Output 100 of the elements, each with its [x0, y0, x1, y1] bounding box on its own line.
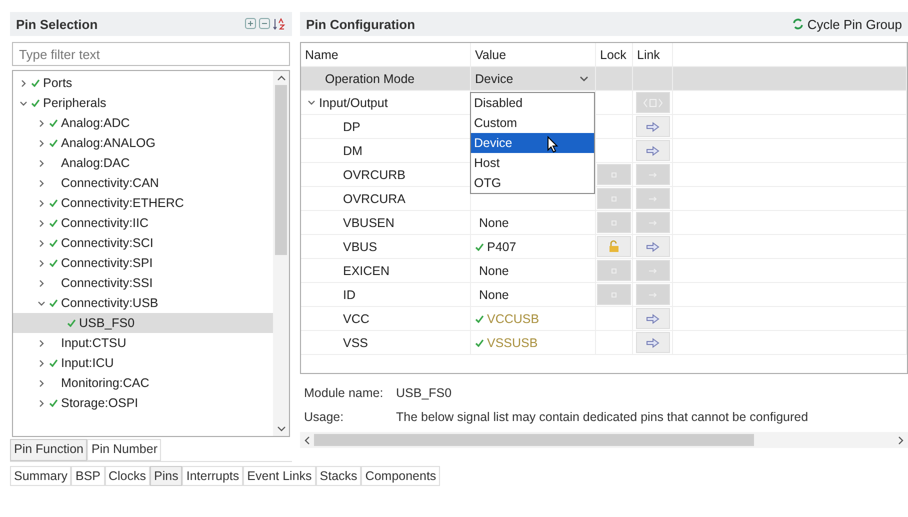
panel-title: Pin Configuration [306, 16, 416, 32]
chevron-down-icon[interactable] [37, 298, 46, 308]
chevron-right-icon[interactable] [19, 78, 28, 88]
tree-item[interactable]: Connectivity:SPI [13, 253, 273, 273]
editor-tab[interactable]: Components [361, 466, 440, 486]
detail-label: Usage: [304, 410, 345, 424]
signal-name: Operation Mode [325, 72, 415, 86]
chevron-right-icon[interactable] [37, 238, 46, 248]
pin-value: None [479, 216, 509, 230]
tree-item[interactable]: Input:CTSU [13, 333, 273, 353]
chevron-right-icon[interactable] [37, 218, 46, 228]
chevron-right-icon[interactable] [37, 398, 46, 408]
signal-name: DM [343, 144, 362, 158]
arrow-right-icon [648, 172, 658, 178]
table-row[interactable]: VBUSEN None [301, 211, 907, 235]
table-row[interactable]: ID None [301, 283, 907, 307]
tree-item[interactable]: Peripherals [13, 93, 273, 113]
link-button[interactable] [636, 236, 670, 257]
column-header[interactable]: Name [301, 43, 471, 66]
tree-item[interactable]: Ports [13, 73, 273, 93]
chevron-down-icon[interactable] [307, 98, 316, 107]
editor-tab[interactable]: Summary [10, 466, 72, 486]
tree-item[interactable]: Connectivity:USB [13, 293, 273, 313]
filter-field[interactable]: Type filter text [12, 42, 290, 66]
scroll-right-icon[interactable] [898, 436, 904, 444]
signal-name: VBUSEN [343, 216, 394, 230]
expand-all-icon[interactable] [245, 18, 256, 29]
tree-item[interactable]: Analog:DAC [13, 153, 273, 173]
view-tab[interactable]: Pin Number [87, 439, 162, 461]
tree-item[interactable]: Connectivity:IIC [13, 213, 273, 233]
chevron-right-icon[interactable] [37, 278, 46, 288]
chevron-right-icon[interactable] [37, 158, 46, 168]
chevron-right-icon[interactable] [37, 178, 46, 188]
tree-item[interactable]: Storage:OSPI [13, 393, 273, 413]
tree-item[interactable]: Connectivity:SCI [13, 233, 273, 253]
arrow-right-icon [646, 242, 660, 252]
editor-tab[interactable]: Event Links [243, 466, 316, 486]
signal-name: EXICEN [343, 264, 390, 278]
sort-icon[interactable] [273, 18, 286, 30]
table-row[interactable]: VSS VSSUSB [301, 331, 907, 355]
detail-value: The below signal list may contain dedicated pins that cannot be configured [396, 410, 810, 424]
editor-tab[interactable]: Pins [150, 466, 182, 486]
tree-item[interactable]: Analog:ADC [13, 113, 273, 133]
tree-item[interactable]: Analog:ANALOG [13, 133, 273, 153]
chevron-right-icon[interactable] [37, 198, 46, 208]
chevron-right-icon[interactable] [37, 118, 46, 128]
table-row[interactable]: VBUS P407 [301, 235, 907, 259]
chevron-right-icon[interactable] [37, 338, 46, 348]
column-header[interactable]: Link [633, 43, 673, 66]
arrow-right-icon [648, 292, 658, 298]
signal-name: Input/Output [319, 96, 388, 110]
chevron-right-icon[interactable] [37, 358, 46, 368]
tree-item[interactable]: Input:ICU [13, 353, 273, 373]
vertical-scrollbar[interactable] [273, 71, 289, 436]
signal-name: ID [343, 288, 356, 302]
dropdown-option[interactable]: Device [471, 133, 594, 153]
link-button[interactable] [636, 140, 670, 161]
arrow-right-icon [648, 268, 658, 274]
column-header[interactable]: Value [471, 43, 596, 66]
pin-value: VSSUSB [487, 336, 538, 350]
scroll-left-icon[interactable] [304, 436, 310, 444]
editor-tab[interactable]: Clocks [104, 466, 150, 486]
editor-tab[interactable]: Stacks [316, 466, 362, 486]
view-tab[interactable]: Pin Function [10, 439, 88, 461]
horizontal-scrollbar[interactable] [300, 432, 908, 448]
cycle-pin-group-link[interactable]: Cycle Pin Group [792, 16, 902, 32]
signal-name: OVRCURA [343, 192, 406, 206]
pin-value: Device [475, 72, 514, 86]
editor-tab[interactable]: Interrupts [182, 466, 244, 486]
arrow-right-icon [646, 146, 660, 156]
signal-name: DP [343, 120, 360, 134]
arrow-right-icon [646, 314, 660, 324]
cursor-icon [547, 136, 559, 153]
detail-value: USB_FS0 [396, 386, 453, 400]
editor-tab[interactable]: BSP [71, 466, 104, 486]
column-header[interactable]: Lock [596, 43, 633, 66]
table-row[interactable]: Operation Mode Device [301, 67, 907, 91]
scroll-up-icon[interactable] [276, 75, 286, 81]
scroll-down-icon[interactable] [276, 426, 286, 432]
chevron-right-icon[interactable] [37, 138, 46, 148]
pin-value: None [479, 288, 509, 302]
link-button[interactable] [636, 332, 670, 353]
arrow-right-icon [646, 338, 660, 348]
link-button[interactable] [636, 116, 670, 137]
tree-item[interactable]: Connectivity:ETHERC [13, 193, 273, 213]
table-row[interactable]: VCC VCCUSB [301, 307, 907, 331]
chevron-right-icon[interactable] [37, 378, 46, 388]
chevron-down-icon[interactable] [19, 98, 28, 108]
tree-item[interactable]: Monitoring:CAC [13, 373, 273, 393]
chevron-right-icon[interactable] [37, 258, 46, 268]
tree-item[interactable]: USB_FS0 [13, 313, 273, 333]
table-row[interactable]: EXICEN None [301, 259, 907, 283]
tree-item[interactable]: Connectivity:CAN [13, 173, 273, 193]
chevron-down-icon[interactable] [579, 74, 589, 82]
arrow-right-icon [648, 196, 658, 202]
link-button[interactable] [636, 308, 670, 329]
tree-item[interactable]: Connectivity:SSI [13, 273, 273, 293]
collapse-all-icon[interactable] [259, 18, 270, 29]
split-link-icon [642, 98, 662, 108]
detail-label: Module name: [304, 386, 384, 400]
